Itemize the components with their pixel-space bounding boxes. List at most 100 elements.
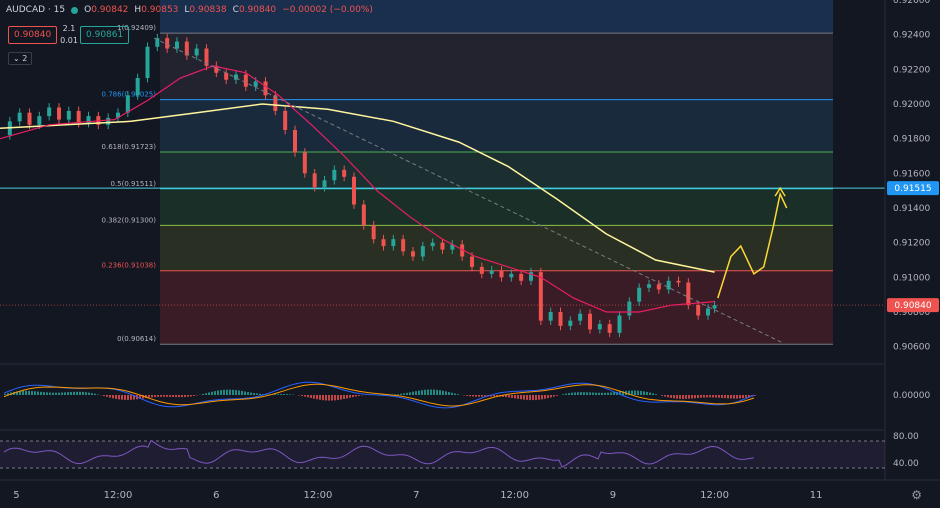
macd-histogram-bar	[442, 390, 444, 395]
macd-histogram-bar	[34, 391, 36, 395]
macd-histogram-bar	[154, 395, 156, 398]
macd-histogram-bar	[598, 392, 600, 395]
fib-label-0.5: 0.5(0.91511)	[110, 180, 156, 188]
macd-histogram-bar	[172, 395, 174, 397]
rsi-label-40: 40.00	[893, 459, 919, 469]
macd-histogram-bar	[121, 395, 123, 400]
macd-histogram-bar	[568, 393, 570, 395]
macd-histogram-bar	[508, 395, 510, 398]
macd-histogram-bar	[217, 390, 219, 395]
buy-button[interactable]: 0.90861	[80, 26, 130, 44]
fib-band	[160, 152, 833, 189]
ohlc-legend: AUDCAD · 15 O0.90842 H0.90853 L0.90838 C…	[6, 5, 373, 15]
macd-histogram-bar	[112, 395, 114, 399]
candle-body	[342, 169, 347, 177]
macd-histogram-bar	[571, 392, 573, 395]
x-tick-label: 7	[413, 490, 419, 501]
macd-histogram-bar	[520, 395, 522, 400]
macd-histogram-bar	[193, 395, 195, 396]
macd-histogram-bar	[565, 393, 567, 395]
macd-histogram-bar	[166, 395, 168, 397]
candle-body	[66, 110, 71, 120]
candle-body	[381, 239, 386, 247]
macd-histogram-bar	[586, 392, 588, 395]
macd-histogram-bar	[736, 395, 738, 399]
macd-histogram-bar	[82, 391, 84, 395]
macd-histogram-bar	[67, 392, 69, 395]
spread-bottom: 0.01	[60, 36, 78, 45]
macd-histogram-bar	[37, 391, 39, 395]
macd-histogram-bar	[673, 395, 675, 399]
x-tick-label: 12:00	[500, 490, 529, 501]
macd-histogram-bar	[727, 395, 729, 399]
macd-histogram-bar	[541, 395, 543, 400]
symbol-label[interactable]: AUDCAD · 15	[6, 5, 65, 15]
macd-histogram-bar	[538, 395, 540, 400]
macd-histogram-bar	[415, 391, 417, 395]
macd-histogram-bar	[577, 392, 579, 395]
macd-histogram-bar	[697, 395, 699, 398]
macd-histogram-bar	[505, 395, 507, 398]
candle-body	[499, 270, 504, 278]
macd-histogram-bar	[103, 395, 105, 397]
macd-histogram-bar	[205, 393, 207, 395]
candle-body	[27, 112, 32, 125]
gear-icon[interactable]: ⚙	[911, 488, 922, 502]
candle-body	[352, 176, 356, 205]
candle-body	[647, 284, 651, 288]
market-status-icon	[71, 6, 79, 14]
macd-histogram-bar	[649, 392, 651, 395]
candle-body	[470, 256, 474, 267]
macd-histogram-bar	[202, 394, 204, 395]
fib-label-0.236: 0.236(0.91038)	[102, 262, 157, 270]
macd-histogram-bar	[316, 395, 318, 400]
x-tick-label: 12:00	[104, 490, 133, 501]
candle-body	[391, 239, 396, 247]
macd-histogram-bar	[397, 394, 399, 395]
candle-body	[597, 324, 602, 330]
macd-histogram-bar	[22, 390, 24, 395]
macd-histogram-bar	[595, 392, 597, 395]
macd-histogram-bar	[301, 395, 303, 397]
candle-body	[145, 46, 150, 78]
macd-histogram-bar	[703, 395, 705, 398]
macd-histogram-bar	[481, 395, 483, 397]
macd-histogram-bar	[25, 390, 27, 395]
y-tick-label: 0.91200	[893, 239, 930, 249]
macd-histogram-bar	[307, 395, 309, 398]
macd-histogram-bar	[43, 392, 45, 395]
macd-histogram-bar	[532, 395, 534, 401]
macd-histogram-bar	[721, 395, 723, 398]
macd-histogram-bar	[337, 395, 339, 401]
macd-histogram-bar	[592, 392, 594, 395]
macd-histogram-bar	[478, 395, 480, 397]
price-chart[interactable]: 1(0.92409)0.786(0.92025)0.618(0.91723)0.…	[0, 0, 940, 508]
macd-histogram-bar	[175, 395, 177, 398]
macd-histogram-bar	[655, 394, 657, 395]
macd-histogram-bar	[574, 392, 576, 395]
macd-histogram-bar	[313, 395, 315, 399]
y-tick-label: 0.92200	[893, 65, 930, 75]
macd-histogram-bar	[637, 390, 639, 395]
macd-histogram-bar	[49, 392, 51, 395]
macd-histogram-bar	[286, 394, 288, 395]
macd-histogram-bar	[451, 392, 453, 395]
spread-top: 2.1	[62, 24, 76, 33]
macd-histogram-bar	[433, 389, 435, 395]
candle-body	[165, 38, 170, 49]
macd-histogram-bar	[169, 395, 171, 397]
fib-band	[160, 270, 833, 345]
x-tick-label: 11	[810, 490, 823, 501]
chevron-down-icon: ⌄	[13, 54, 23, 63]
macd-histogram-bar	[70, 391, 72, 395]
macd-histogram-bar	[469, 395, 471, 397]
macd-histogram-bar	[73, 391, 75, 395]
indicator-count: 2	[22, 54, 28, 63]
macd-histogram-bar	[46, 392, 48, 395]
macd-histogram-bar	[745, 395, 747, 398]
sell-button[interactable]: 0.90840	[8, 26, 58, 44]
indicators-collapse-button[interactable]: ⌄ 2	[8, 52, 33, 65]
macd-histogram-bar	[409, 392, 411, 395]
macd-histogram-bar	[709, 395, 711, 398]
candle-body	[607, 324, 612, 333]
